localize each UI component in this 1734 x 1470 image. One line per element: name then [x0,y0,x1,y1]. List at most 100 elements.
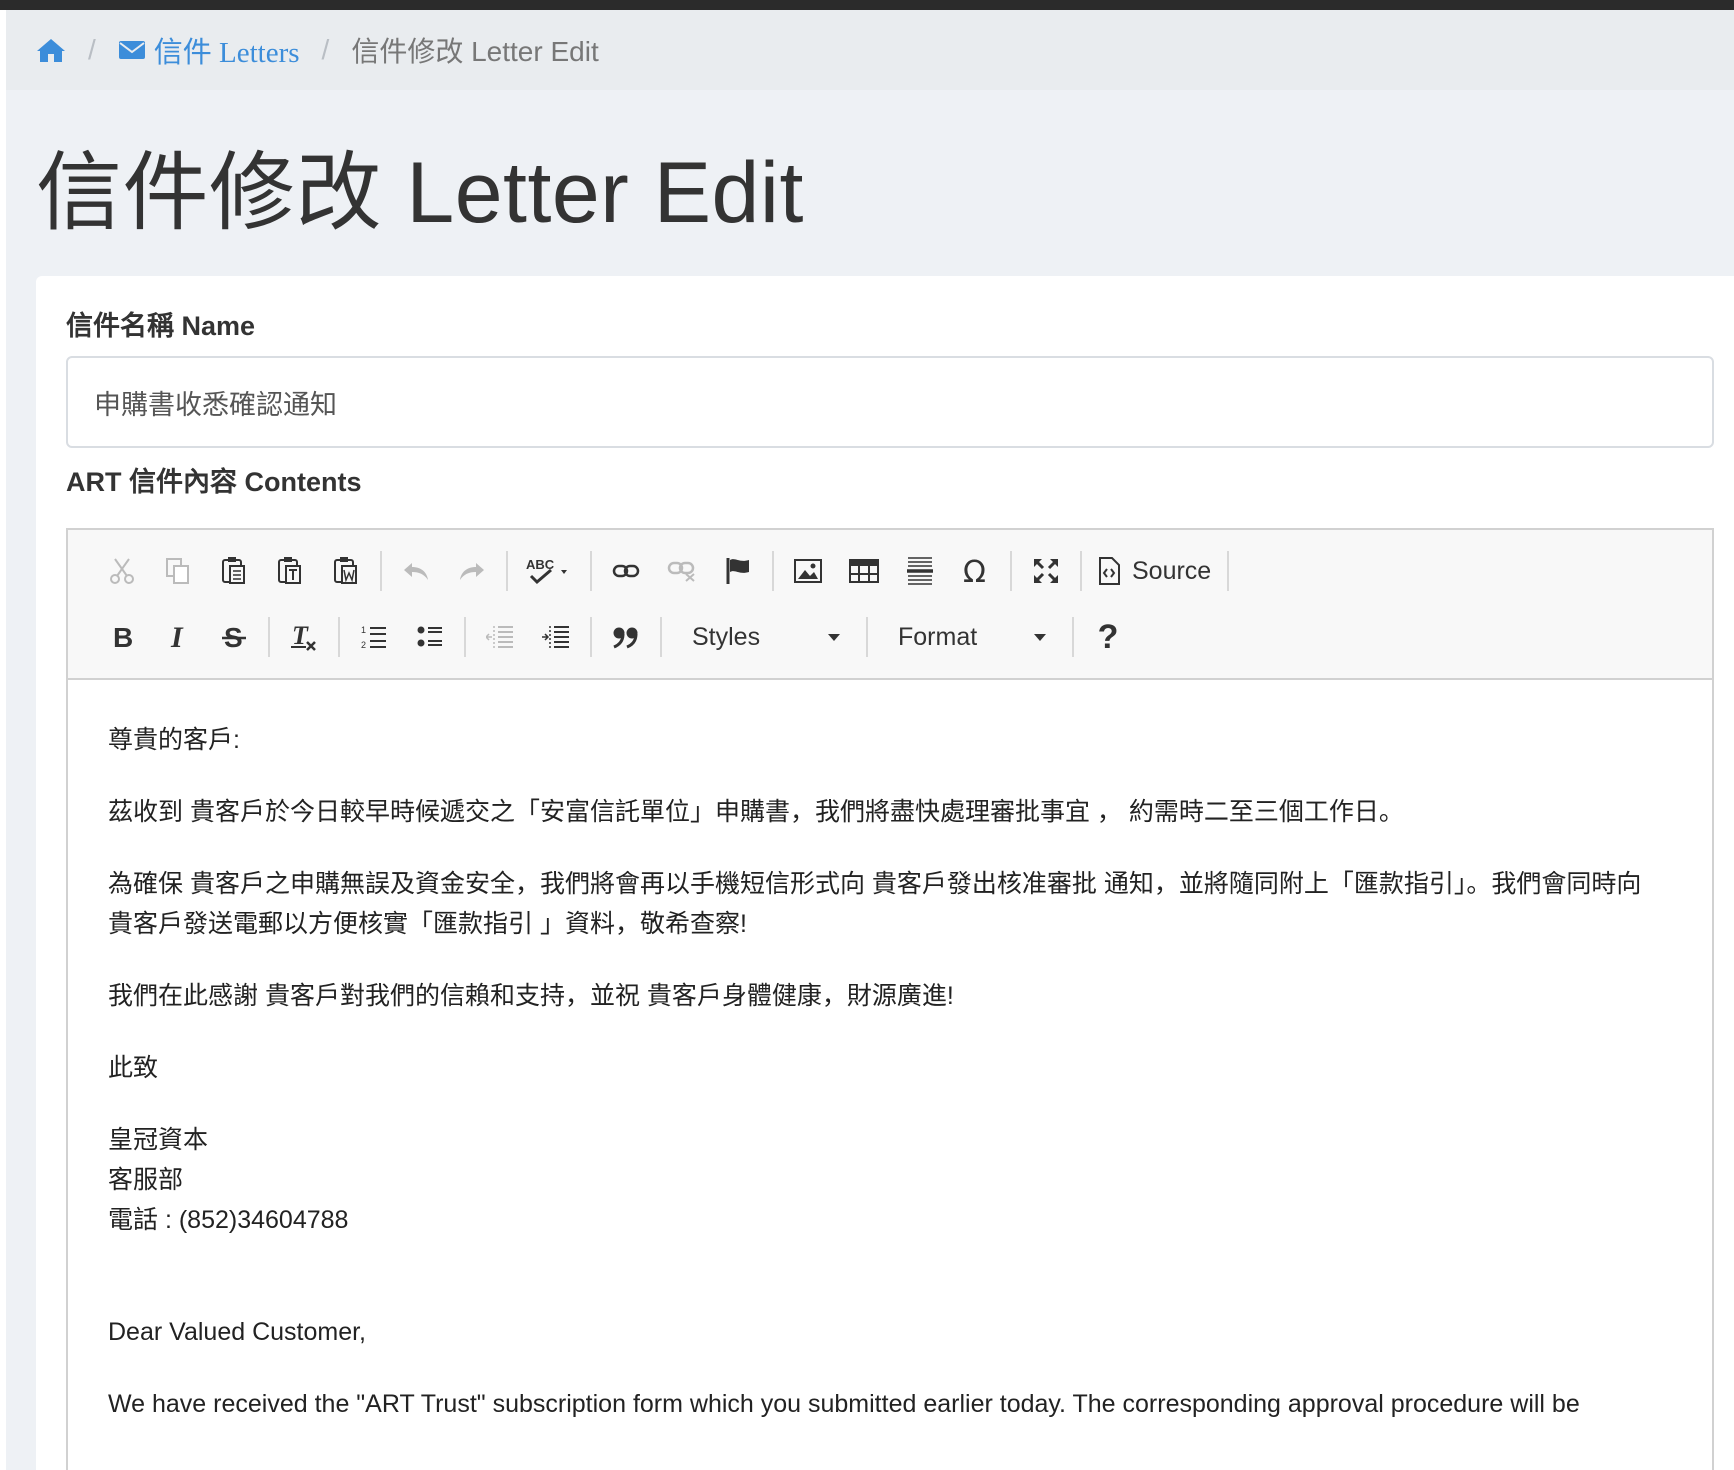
letter-paragraph-zh: 為確保 貴客戶之申購無誤及資金安全，我們將會再以手機短信形式向 貴客戶發出核准審… [108,870,1642,938]
spellcheck-button[interactable]: ABC [514,546,584,596]
toolbar-separator [268,617,270,657]
outdent-icon [486,626,513,648]
letter-phone-zh: 電話 : (852)34604788 [108,1206,349,1234]
paste-word-button[interactable] [318,546,374,596]
rich-text-editor: ABC Ω Source B I S T 1 2 Styles Format ?… [66,528,1714,1470]
chevron-down-icon [828,633,840,641]
strike-icon: S [222,623,246,651]
remove-format-button[interactable]: T [276,612,332,662]
special-char-button[interactable]: Ω [948,546,1004,596]
cut-button[interactable] [94,546,150,596]
spellcheck-icon: ABC [526,557,567,585]
letter-dept-zh: 客服部 [108,1166,184,1194]
format-dropdown[interactable]: Format [874,612,1066,662]
source-button[interactable]: Source [1088,546,1221,596]
paste-text-button[interactable] [262,546,318,596]
table-icon [849,559,879,583]
breadcrumb-separator: / [88,34,96,65]
toolbar-row-1: ABC Ω Source [94,546,1235,596]
paste-text-icon [278,557,301,584]
source-label: Source [1132,556,1212,585]
paste-icon [222,557,245,584]
maximize-button[interactable] [1018,546,1074,596]
outdent-button[interactable] [472,612,528,662]
italic-icon: I [170,623,184,651]
italic-button[interactable]: I [150,612,206,662]
editor-toolbar: ABC Ω Source B I S T 1 2 Styles Format ? [68,530,1712,680]
bold-button[interactable]: B [94,612,150,662]
toolbar-separator [338,617,340,657]
letter-greeting-en: Dear Valued Customer, [108,1318,366,1346]
svg-text:Ω: Ω [963,557,986,585]
help-icon: ? [1097,617,1119,656]
strikethrough-button[interactable]: S [206,612,262,662]
bulleted-list-icon [417,626,442,647]
svg-text:1: 1 [361,625,366,635]
link-icon [612,564,640,578]
source-icon [1099,557,1120,585]
undo-icon [404,563,428,580]
styles-label: Styles [692,622,761,651]
undo-button[interactable] [388,546,444,596]
name-label: 信件名稱 Name [66,311,256,341]
breadcrumb-letters[interactable]: 信件 Letters [118,29,300,71]
horizontal-line-button[interactable] [892,546,948,596]
contents-label: ART 信件內容 Contents [66,467,362,497]
paste-button[interactable] [206,546,262,596]
maximize-icon [1034,559,1058,583]
indent-button[interactable] [528,612,584,662]
indent-icon [542,626,569,648]
paste-word-icon [334,557,357,584]
redo-button[interactable] [444,546,500,596]
toolbar-separator [866,617,868,657]
toolbar-separator [1072,617,1074,657]
cut-icon [110,558,134,584]
name-input[interactable] [66,356,1714,448]
toolbar-separator [506,551,508,591]
unlink-icon [667,561,695,582]
copy-icon [166,558,189,584]
page-title: 信件修改 Letter Edit [36,145,804,241]
numbered-list-button[interactable]: 12 [346,612,402,662]
letter-closing-zh: 此致 [108,1054,159,1082]
letter-paragraph-zh: 我們在此感謝 貴客戶對我們的信賴和支持，並祝 貴客戶身體健康，財源廣進! [108,982,954,1010]
blockquote-button[interactable] [598,612,654,662]
envelope-icon [118,41,145,59]
remove-format-icon: T [291,622,316,651]
letter-paragraph-en: We have received the "ART Trust" subscri… [108,1390,1580,1418]
breadcrumb-home[interactable] [36,37,66,63]
toolbar-separator [464,617,466,657]
letter-paragraph-zh: 茲收到 貴客戶於今日較早時候遞交之「安富信託單位」申購書，我們將盡快處理審批事宜… [108,798,1404,826]
anchor-flag-icon [726,558,749,584]
blockquote-icon [613,627,638,649]
help-button[interactable]: ? [1080,612,1136,662]
svg-text:2: 2 [361,640,366,650]
copy-button[interactable] [150,546,206,596]
toolbar-separator [590,617,592,657]
svg-text:I: I [170,623,184,651]
unlink-button[interactable] [654,546,710,596]
numbered-list-icon: 12 [361,625,386,650]
letter-company-zh: 皇冠資本 [108,1126,209,1154]
breadcrumb-current: 信件修改 Letter Edit [351,36,599,67]
editor-content[interactable]: 尊貴的客戶: 茲收到 貴客戶於今日較早時候遞交之「安富信託單位」申購書，我們將盡… [68,682,1712,1470]
styles-dropdown[interactable]: Styles [668,612,860,662]
anchor-button[interactable] [710,546,766,596]
redo-icon [460,563,484,580]
breadcrumb: / 信件 Letters / 信件修改 Letter Edit [6,10,1734,90]
left-edge [0,10,6,1470]
breadcrumb-letters-label: 信件 Letters [153,37,300,69]
top-bar [0,0,1734,10]
toolbar-separator [590,551,592,591]
toolbar-separator [660,617,662,657]
home-icon [37,39,65,62]
table-button[interactable] [836,546,892,596]
bulleted-list-button[interactable] [402,612,458,662]
toolbar-separator [1080,551,1082,591]
toolbar-row-2: B I S T 12 Styles Format ? [94,612,1136,662]
letter-greeting-zh: 尊貴的客戶: [108,726,240,754]
link-button[interactable] [598,546,654,596]
image-button[interactable] [780,546,836,596]
svg-text:B: B [113,623,133,651]
